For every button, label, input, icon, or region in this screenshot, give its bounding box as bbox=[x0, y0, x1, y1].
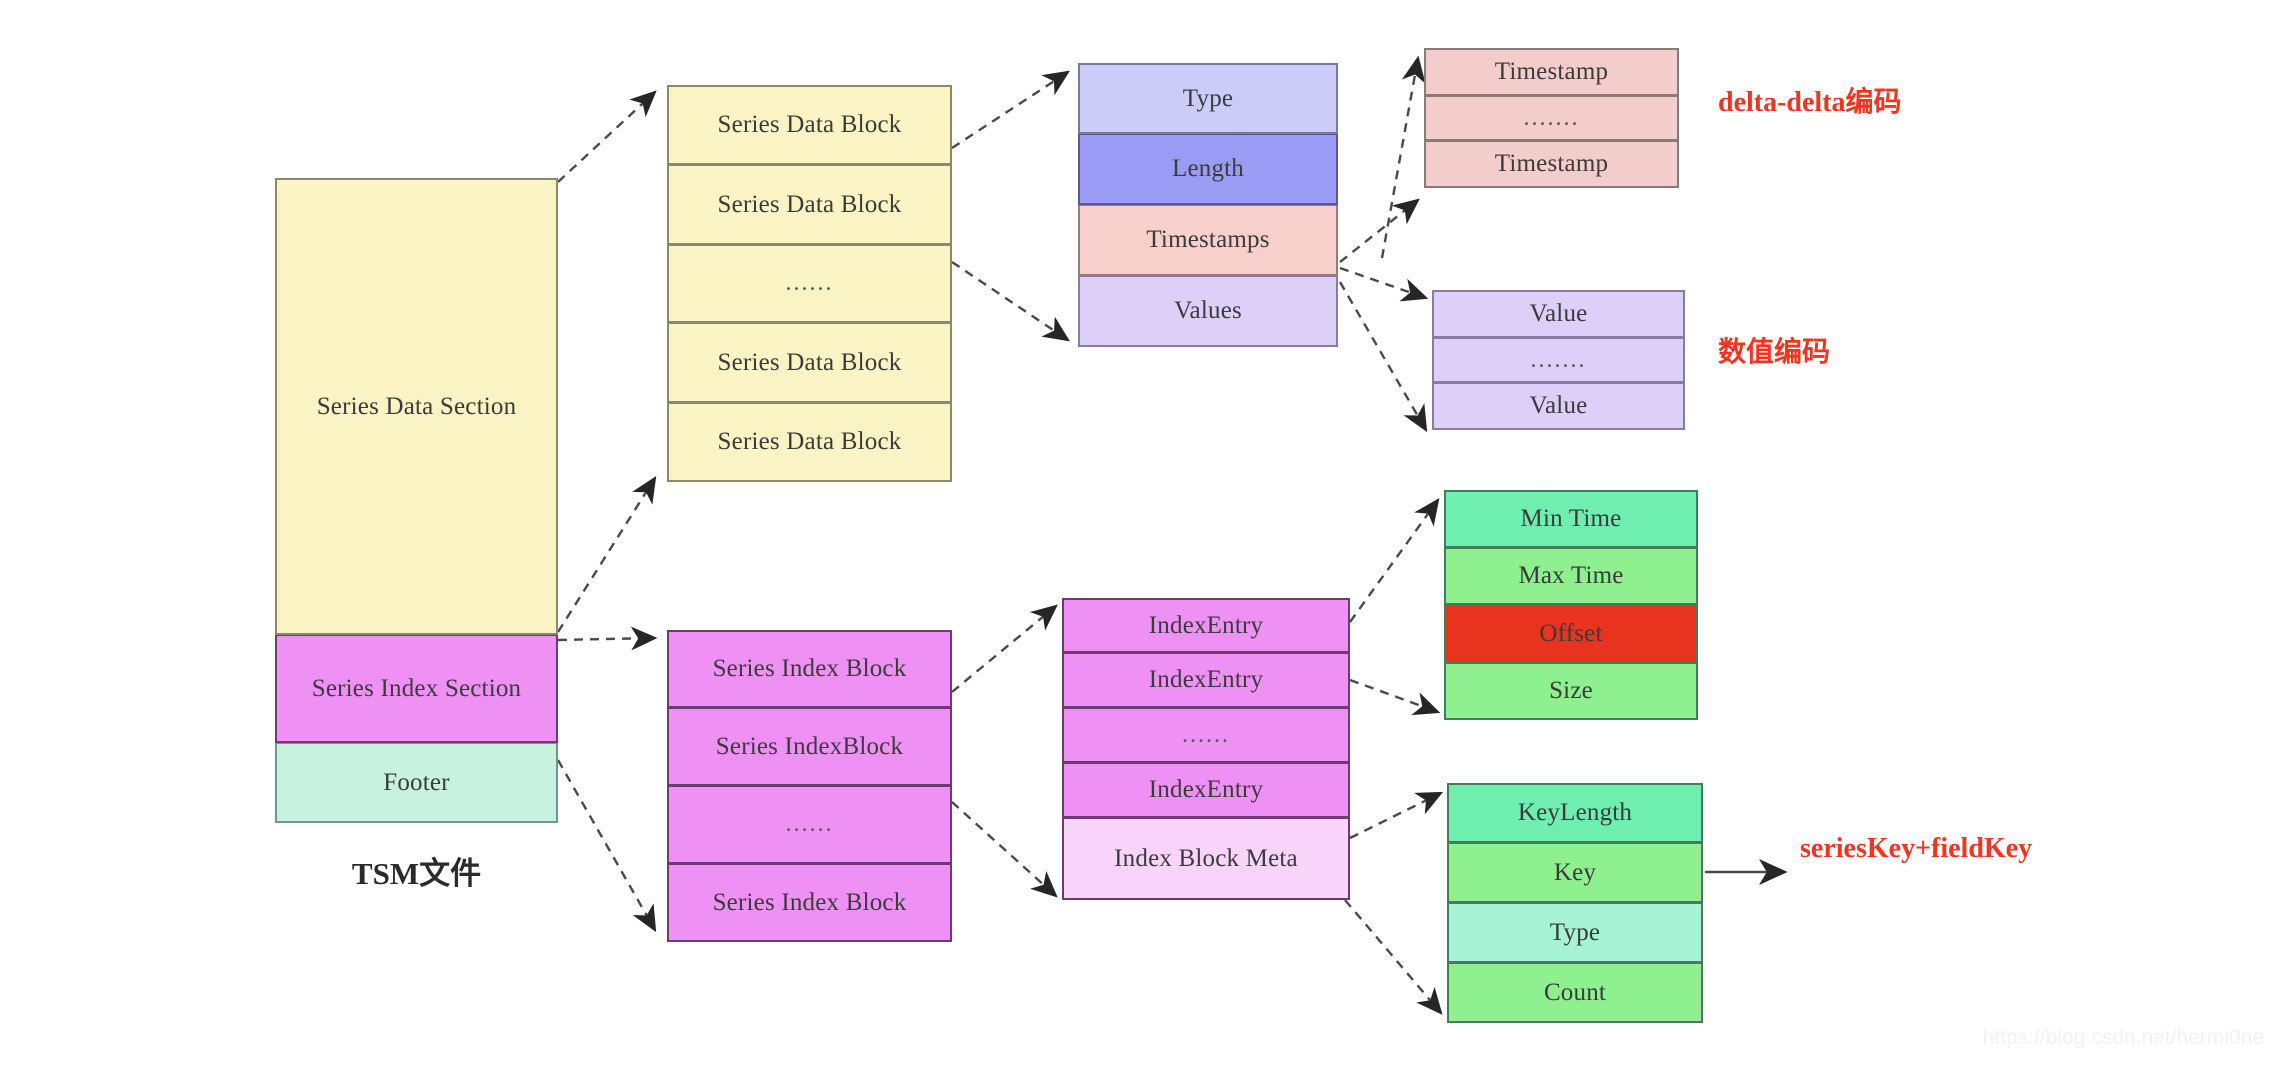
box-cell: ...... bbox=[667, 245, 952, 323]
index-block-meta-field-stack: KeyLength Key Type Count bbox=[1447, 783, 1703, 1023]
arrow-index-block-meta-to-fields-bottom bbox=[1344, 899, 1443, 1015]
arrow-timestamps-to-encoding-bottom bbox=[1339, 198, 1420, 263]
box-cell: IndexEntry bbox=[1062, 653, 1350, 708]
box-cell: Timestamp bbox=[1424, 48, 1679, 96]
box-cell: Offset bbox=[1444, 605, 1698, 663]
timestamps-detail-stack: Timestamp....... Timestamp bbox=[1424, 48, 1679, 188]
arrow-data-section-to-block-top bbox=[557, 90, 657, 183]
box-cell: Values bbox=[1078, 276, 1338, 347]
arrow-values-to-encoding-top bbox=[1339, 266, 1429, 302]
box-cell: IndexEntry bbox=[1062, 763, 1350, 818]
index-entry-stack: IndexEntry IndexEntry...... IndexEntry Inde… bbox=[1062, 598, 1350, 900]
box-cell: Series Index Section bbox=[275, 635, 558, 743]
box-cell: Series Data Block bbox=[667, 323, 952, 403]
arrow-index-section-to-index-block-bottom bbox=[556, 759, 657, 933]
box-cell: Key bbox=[1447, 843, 1703, 903]
box-cell: Size bbox=[1444, 663, 1698, 720]
box-cell: KeyLength bbox=[1447, 783, 1703, 843]
tsm-file-structure-diagram: Series Data Section Series Index Section F… bbox=[0, 0, 2284, 1068]
values-detail-stack: Value....... Value bbox=[1432, 290, 1685, 430]
arrow-index-entry-to-fields-top bbox=[1349, 498, 1440, 623]
series-data-block-stack: Series Data Block Series Data Block......… bbox=[667, 85, 952, 482]
box-cell: Value bbox=[1432, 290, 1685, 338]
arrow-index-block-to-entries-top bbox=[951, 604, 1058, 693]
arrow-index-section-to-index-block-top bbox=[557, 626, 658, 651]
box-cell: Footer bbox=[275, 743, 558, 823]
box-cell: Series Data Block bbox=[667, 403, 952, 482]
arrow-index-block-meta-to-fields-top bbox=[1349, 791, 1444, 840]
box-cell: Series Index Block bbox=[667, 630, 952, 708]
box-cell: Series Data Section bbox=[275, 178, 558, 635]
box-cell: Min Time bbox=[1444, 490, 1698, 548]
box-cell: Series Index Block bbox=[667, 864, 952, 942]
box-cell: Series Data Block bbox=[667, 165, 952, 245]
box-cell: ...... bbox=[667, 786, 952, 864]
box-cell: ....... bbox=[1432, 338, 1685, 383]
box-cell: Series Data Block bbox=[667, 85, 952, 165]
arrow-timestamps-to-encoding-top bbox=[1380, 55, 1426, 259]
tsm-file-stack: Series Data Section Series Index Section F… bbox=[275, 178, 558, 823]
box-cell: Length bbox=[1078, 134, 1338, 205]
arrow-index-block-to-entries-bottom bbox=[951, 801, 1058, 898]
series-index-block-stack: Series Index Block Series IndexBlock.....… bbox=[667, 630, 952, 942]
box-cell: IndexEntry bbox=[1062, 598, 1350, 653]
tsm-file-caption: TSM文件 bbox=[351, 856, 482, 891]
box-cell: Type bbox=[1078, 63, 1338, 134]
box-cell: Timestamp bbox=[1424, 141, 1679, 188]
box-cell: Timestamps bbox=[1078, 205, 1338, 276]
arrow-data-section-to-block-bottom bbox=[556, 475, 657, 633]
box-cell: ...... bbox=[1062, 708, 1350, 763]
box-cell: ....... bbox=[1424, 96, 1679, 141]
arrow-index-entry-to-fields-bottom bbox=[1349, 678, 1441, 716]
box-cell: Index Block Meta bbox=[1062, 818, 1350, 900]
numeric-encoding-note: 数值编码 bbox=[1718, 337, 1831, 368]
source-watermark: https://blog.csdn.net/hermi0ne bbox=[1982, 1026, 2264, 1049]
box-cell: Max Time bbox=[1444, 548, 1698, 605]
box-cell: Value bbox=[1432, 383, 1685, 430]
arrow-data-block-to-detail-top bbox=[951, 70, 1071, 150]
box-cell: Type bbox=[1447, 903, 1703, 963]
box-cell: Count bbox=[1447, 963, 1703, 1023]
data-block-detail-stack: Type Length Timestamps Values bbox=[1078, 63, 1338, 347]
arrow-data-block-to-detail-bottom bbox=[951, 261, 1070, 342]
index-entry-field-stack: Min Time Max Time Offset Size bbox=[1444, 490, 1698, 720]
series-key-field-key-note: seriesKey+fieldKey bbox=[1800, 833, 2033, 864]
box-cell: Series IndexBlock bbox=[667, 708, 952, 786]
arrow-values-to-encoding-bottom bbox=[1338, 281, 1428, 433]
delta-delta-encoding-note: delta-delta编码 bbox=[1718, 87, 1902, 118]
